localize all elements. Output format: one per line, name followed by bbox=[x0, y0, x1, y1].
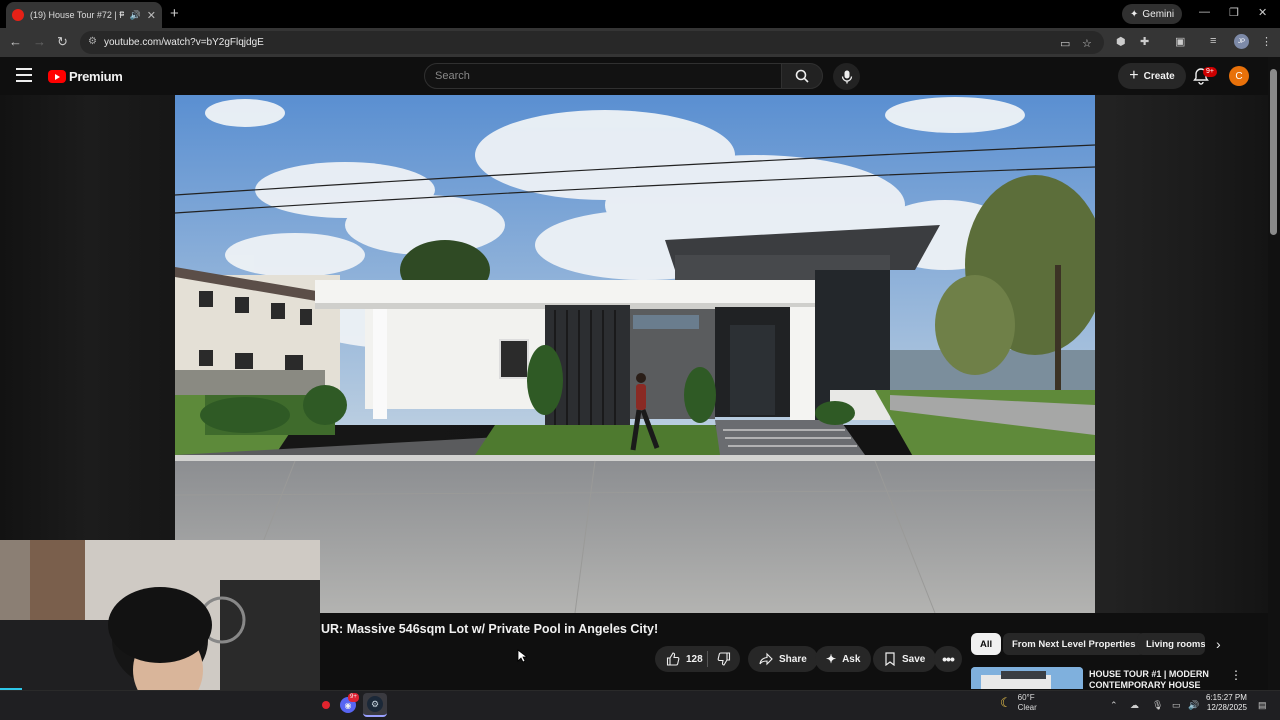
discord-badge: 9+ bbox=[348, 693, 359, 702]
back-icon[interactable]: ← bbox=[9, 34, 22, 49]
youtube-favicon-icon bbox=[12, 9, 24, 21]
tray-volume-icon[interactable]: 🔊 bbox=[1188, 700, 1199, 711]
more-horizontal-icon: ••• bbox=[942, 651, 955, 667]
thumbs-down-icon bbox=[717, 652, 731, 666]
dislike-button[interactable] bbox=[709, 646, 739, 672]
browser-menu-icon[interactable]: ⋮ bbox=[1261, 35, 1272, 48]
thumbs-up-icon bbox=[666, 652, 680, 666]
steam-icon: ⚙ bbox=[367, 696, 383, 712]
restore-icon[interactable]: ❐ bbox=[1229, 6, 1239, 19]
media-control-icon[interactable]: ≡ bbox=[1210, 35, 1216, 47]
chip-from-next-level-properties[interactable]: From Next Level Properties bbox=[1003, 633, 1145, 655]
account-avatar[interactable]: C bbox=[1229, 66, 1249, 86]
tray-onedrive-icon[interactable]: ☁ bbox=[1130, 700, 1139, 711]
moon-icon: ☾ bbox=[1000, 695, 1012, 710]
site-info-icon[interactable]: ⚙ bbox=[88, 36, 97, 47]
extensions-puzzle-icon[interactable]: ✚ bbox=[1140, 35, 1149, 48]
taskbar-steam[interactable]: ⚙ bbox=[363, 693, 387, 717]
youtube-header: Premium Search + Create C bbox=[0, 57, 1268, 95]
cast-icon[interactable]: ▭ bbox=[1060, 37, 1070, 50]
taskbar-clock[interactable]: 6:15:27 PM 12/28/2025 bbox=[1206, 693, 1247, 713]
gemini-sparkle-icon: ✦ bbox=[1130, 8, 1139, 20]
like-count: 128 bbox=[686, 653, 703, 665]
recommendation-thumbnail[interactable] bbox=[971, 667, 1083, 689]
reload-icon[interactable]: ↻ bbox=[57, 34, 68, 50]
url-text: youtube.com/watch?v=bY2gFlqjdgE bbox=[104, 37, 264, 48]
chevron-right-icon[interactable]: › bbox=[1216, 636, 1221, 652]
notification-count-badge: 9+ bbox=[1203, 67, 1217, 77]
video-frame[interactable] bbox=[175, 95, 1095, 613]
browser-tab[interactable]: (19) House Tour #72 | ₱46M 🔊 ✕ bbox=[6, 2, 162, 28]
minimize-icon[interactable]: — bbox=[1199, 6, 1210, 18]
clock-time: 6:15:27 PM bbox=[1206, 693, 1247, 702]
tray-mic-icon[interactable]: 🎙 bbox=[1152, 700, 1163, 711]
save-label: Save bbox=[902, 653, 926, 665]
browser-tab-bar: (19) House Tour #72 | ₱46M 🔊 ✕ + ✦ Gemin… bbox=[0, 0, 1280, 28]
address-bar-row: ← → ↻ ⚙ youtube.com/watch?v=bY2gFlqjdgE … bbox=[0, 28, 1280, 57]
url-bar[interactable]: ⚙ youtube.com/watch?v=bY2gFlqjdgE ▭ ☆ bbox=[80, 31, 1104, 54]
voice-search-button[interactable] bbox=[833, 63, 860, 90]
notification-center-icon[interactable]: ▤ bbox=[1258, 700, 1267, 711]
ask-label: Ask bbox=[842, 653, 861, 665]
youtube-logo[interactable]: Premium bbox=[48, 69, 123, 84]
hamburger-menu-icon[interactable] bbox=[16, 68, 32, 82]
logo-text: Premium bbox=[69, 69, 123, 84]
sidepanel-icon[interactable]: ▣ bbox=[1175, 35, 1185, 48]
plus-icon: + bbox=[1129, 67, 1139, 84]
page-scrollbar[interactable] bbox=[1268, 57, 1280, 690]
create-label: Create bbox=[1143, 70, 1175, 82]
share-arrow-icon bbox=[759, 652, 773, 666]
browser-profile-avatar[interactable]: JP bbox=[1234, 34, 1249, 49]
tray-display-icon[interactable]: ▭ bbox=[1172, 700, 1181, 711]
gemini-button[interactable]: ✦ Gemini bbox=[1122, 4, 1183, 24]
scrollbar-thumb[interactable] bbox=[1270, 69, 1277, 235]
mouse-cursor-icon bbox=[517, 649, 527, 663]
tab-title: (19) House Tour #72 | ₱46M bbox=[30, 10, 124, 20]
close-window-icon[interactable]: ✕ bbox=[1258, 6, 1267, 19]
weather-widget[interactable]: ☾ 60°F Clear bbox=[1000, 693, 1037, 713]
video-player[interactable] bbox=[0, 95, 1268, 613]
clock-date: 12/28/2025 bbox=[1206, 703, 1247, 712]
share-button[interactable]: Share bbox=[748, 646, 818, 672]
house-tour-video-scene bbox=[175, 95, 1095, 613]
share-label: Share bbox=[779, 653, 807, 665]
search-button[interactable] bbox=[781, 63, 823, 89]
bookmark-icon bbox=[885, 652, 895, 666]
more-actions-button[interactable]: ••• bbox=[934, 646, 962, 672]
bookmark-star-icon[interactable]: ☆ bbox=[1082, 37, 1092, 50]
close-tab-icon[interactable]: ✕ bbox=[147, 9, 156, 22]
forward-icon[interactable]: → bbox=[33, 34, 46, 49]
taskbar-app-red[interactable] bbox=[314, 693, 338, 717]
youtube-play-logo-icon bbox=[48, 70, 66, 83]
gemini-label: Gemini bbox=[1142, 8, 1175, 20]
recommendation-more-icon[interactable]: ⋮ bbox=[1230, 668, 1242, 682]
tray-overflow-chevron-icon[interactable]: ⌃ bbox=[1110, 700, 1118, 711]
chip-living-rooms[interactable]: Living rooms bbox=[1137, 633, 1205, 655]
ask-sparkle-icon: ✦ bbox=[826, 652, 837, 666]
save-button[interactable]: Save bbox=[873, 646, 937, 672]
video-title: UR: Massive 546sqm Lot w/ Private Pool i… bbox=[321, 622, 659, 636]
weather-temperature: 60°F bbox=[1017, 693, 1035, 702]
search-input[interactable]: Search bbox=[424, 63, 782, 89]
weather-condition: Clear bbox=[1017, 703, 1037, 712]
microphone-icon bbox=[841, 70, 852, 83]
new-tab-button[interactable]: + bbox=[170, 5, 179, 22]
windows-taskbar bbox=[0, 690, 1280, 720]
speaker-icon[interactable]: 🔊 bbox=[130, 10, 141, 21]
create-button[interactable]: + Create bbox=[1118, 63, 1186, 89]
search-icon bbox=[795, 69, 809, 83]
chip-all[interactable]: All bbox=[971, 633, 1002, 655]
shield-extension-icon[interactable]: ⬢ bbox=[1116, 35, 1126, 48]
like-button[interactable]: 128 bbox=[655, 646, 714, 672]
ask-button[interactable]: ✦ Ask bbox=[815, 646, 872, 672]
